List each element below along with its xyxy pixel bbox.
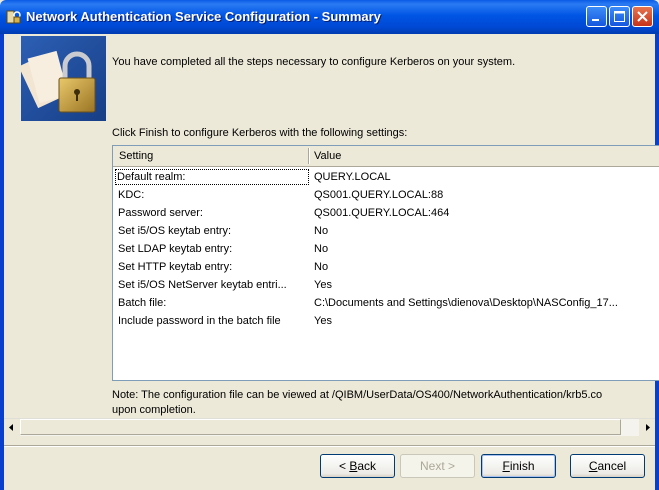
prompt-text: Click Finish to configure Kerberos with … <box>112 127 408 139</box>
cell-setting: Default realm: <box>115 169 309 185</box>
cell-setting: Batch file: <box>118 297 167 309</box>
button-separator <box>4 445 655 447</box>
table-row[interactable]: Set LDAP keytab entry: No <box>113 240 659 258</box>
note-line-1: Note: The configuration file can be view… <box>112 389 603 401</box>
close-button[interactable] <box>632 6 653 27</box>
minimize-icon <box>592 19 599 21</box>
note-line-2: upon completion. <box>112 404 196 416</box>
scroll-right-button[interactable] <box>639 419 655 436</box>
settings-table[interactable]: Setting Value Default realm: QUERY.LOCAL… <box>112 145 659 381</box>
intro-text: You have completed all the steps necessa… <box>112 56 516 68</box>
table-row[interactable]: Password server: QS001.QUERY.LOCAL:464 <box>113 204 659 222</box>
horizontal-scrollbar[interactable] <box>4 418 655 436</box>
app-key-icon <box>6 10 21 24</box>
table-row[interactable]: Set i5/OS NetServer keytab entri... Yes <box>113 276 659 294</box>
cell-value: Yes <box>314 315 332 327</box>
scroll-left-button[interactable] <box>4 419 20 436</box>
cell-setting: Set HTTP keytab entry: <box>118 261 233 273</box>
finish-mnemonic: F <box>502 459 510 473</box>
cell-value: C:\Documents and Settings\dienova\Deskto… <box>314 297 618 309</box>
cancel-button[interactable]: Cancel <box>570 454 645 478</box>
back-prefix: < <box>338 459 350 473</box>
close-icon <box>637 11 648 22</box>
table-row[interactable]: Default realm: QUERY.LOCAL <box>113 168 659 186</box>
maximize-icon <box>614 11 625 22</box>
cell-value: No <box>314 225 329 237</box>
column-divider[interactable] <box>308 148 310 164</box>
arrow-right-icon <box>646 424 650 431</box>
table-row[interactable]: Include password in the batch file Yes <box>113 312 659 330</box>
table-rows: Default realm: QUERY.LOCAL KDC: QS001.QU… <box>113 168 659 330</box>
cell-setting: Set i5/OS NetServer keytab entri... <box>118 279 287 291</box>
cell-setting: Set LDAP keytab entry: <box>118 243 233 255</box>
minimize-button[interactable] <box>586 6 607 27</box>
cell-value: QS001.QUERY.LOCAL:88 <box>314 189 444 201</box>
scroll-thumb[interactable] <box>20 419 621 435</box>
cell-value: No <box>314 243 329 255</box>
table-row[interactable]: KDC: QS001.QUERY.LOCAL:88 <box>113 186 659 204</box>
wizard-window: Network Authentication Service Configura… <box>0 0 659 490</box>
finish-label-rest: inish <box>509 459 535 473</box>
back-button[interactable]: < Back <box>320 454 395 478</box>
title-bar[interactable]: Network Authentication Service Configura… <box>0 0 659 34</box>
window-title: Network Authentication Service Configura… <box>26 9 381 24</box>
table-row[interactable]: Set HTTP keytab entry: No <box>113 258 659 276</box>
table-row[interactable]: Set i5/OS keytab entry: No <box>113 222 659 240</box>
finish-button[interactable]: Finish <box>481 454 556 478</box>
back-label-rest: ack <box>357 459 377 473</box>
cell-setting: Set i5/OS keytab entry: <box>118 225 232 237</box>
padlock-header-icon <box>21 36 106 121</box>
maximize-button[interactable] <box>609 6 630 27</box>
cancel-label-rest: ancel <box>597 459 627 473</box>
arrow-left-icon <box>9 424 13 431</box>
cell-value: QS001.QUERY.LOCAL:464 <box>314 207 450 219</box>
cell-setting: KDC: <box>118 189 145 201</box>
cell-value: Yes <box>314 279 332 291</box>
cell-setting: Password server: <box>118 207 203 219</box>
next-button[interactable]: Next > <box>400 454 475 478</box>
note-text: Note: The configuration file can be view… <box>112 388 658 418</box>
table-row[interactable]: Batch file: C:\Documents and Settings\di… <box>113 294 659 312</box>
cell-value: QUERY.LOCAL <box>314 171 391 183</box>
header-value[interactable]: Value <box>314 150 341 162</box>
table-header: Setting Value <box>113 146 659 167</box>
cell-setting: Include password in the batch file <box>118 315 281 327</box>
header-setting[interactable]: Setting <box>119 150 153 162</box>
cell-value: No <box>314 261 329 273</box>
